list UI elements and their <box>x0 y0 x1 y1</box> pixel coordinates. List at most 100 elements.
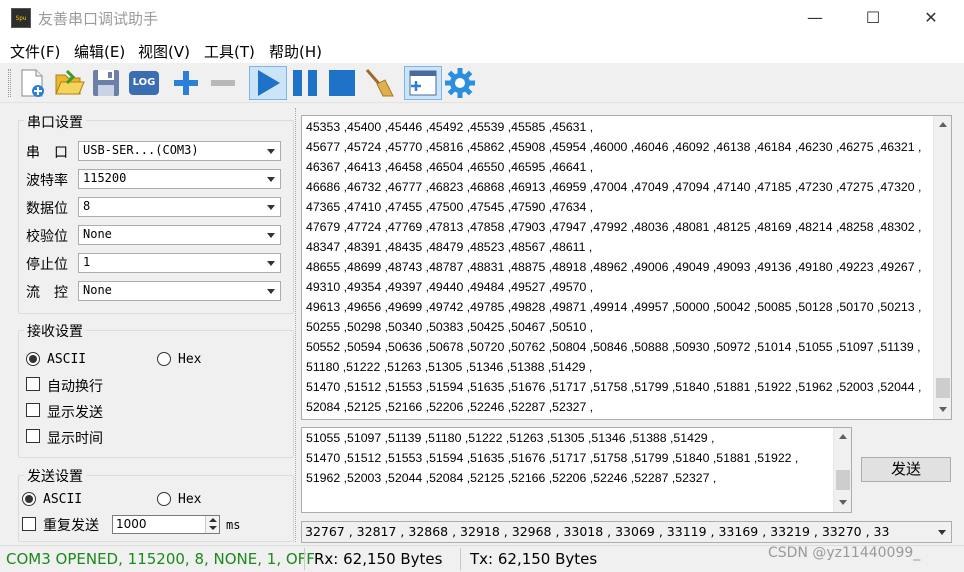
send-ascii-radio[interactable] <box>22 492 36 506</box>
window-plus-icon[interactable] <box>407 67 439 99</box>
status-divider <box>460 548 461 570</box>
send-button[interactable]: 发送 <box>861 457 951 482</box>
receive-ascii-radio[interactable] <box>26 352 40 366</box>
remove-icon[interactable] <box>207 67 239 99</box>
history-select[interactable]: 32767 , 32817 , 32868 , 32918 , 32968 , … <box>301 521 952 543</box>
receive-line: 52084 ,52125 ,52166 ,52206 ,52246 ,52287… <box>306 400 594 414</box>
receive-textarea[interactable]: 45353 ,45400 ,45446 ,45492 ,45539 ,45585… <box>301 115 952 420</box>
menu-view[interactable]: 视图(V) <box>138 41 190 62</box>
add-icon[interactable] <box>170 67 202 99</box>
splitter[interactable] <box>295 108 297 542</box>
receive-settings-title: 接收设置 <box>24 321 86 341</box>
gear-icon[interactable] <box>444 67 476 99</box>
show-time-checkbox[interactable] <box>26 429 40 443</box>
auto-wrap-checkbox[interactable] <box>26 377 40 391</box>
baud-select[interactable]: 115200 <box>78 169 281 189</box>
port-value: USB-SER...(COM3) <box>83 143 199 157</box>
stopbits-value: 1 <box>83 255 91 269</box>
chevron-down-icon <box>267 205 275 210</box>
menu-tools[interactable]: 工具(T) <box>204 41 255 62</box>
send-hex-radio[interactable] <box>157 492 171 506</box>
broom-icon[interactable] <box>363 67 395 99</box>
serial-settings-title: 串口设置 <box>24 112 86 132</box>
receive-ascii-label: ASCII <box>47 352 87 367</box>
repeat-interval-input[interactable]: 1000 <box>112 515 220 534</box>
receive-line: 48347 ,48391 ,48435 ,48479 ,48523 ,48567… <box>306 240 593 254</box>
stopbits-select[interactable]: 1 <box>78 253 281 273</box>
window-title: 友善串口调试助手 <box>38 10 159 28</box>
send-scroll-thumb[interactable] <box>836 470 850 490</box>
parity-label: 校验位 <box>26 229 68 245</box>
scroll-up-icon[interactable] <box>939 122 947 127</box>
send-scrollbar[interactable] <box>833 428 851 512</box>
spin-up-icon[interactable] <box>209 518 217 522</box>
maximize-button[interactable]: ☐ <box>844 0 902 36</box>
flow-label: 流 控 <box>26 285 68 301</box>
receive-line: 51180 ,51222 ,51263 ,51305 ,51346 ,51388… <box>306 360 593 374</box>
interval-spinner[interactable] <box>205 516 219 533</box>
port-select[interactable]: USB-SER...(COM3) <box>78 141 281 161</box>
play-icon[interactable] <box>252 67 284 99</box>
close-button[interactable]: ✕ <box>902 0 960 36</box>
flow-value: None <box>83 283 112 297</box>
receive-line: 49310 ,49354 ,49397 ,49440 ,49484 ,49527… <box>306 280 594 294</box>
save-icon[interactable] <box>90 67 122 99</box>
chevron-down-icon <box>267 177 275 182</box>
send-line: 51962 ,52003 ,52044 ,52084 ,52125 ,52166… <box>306 471 717 485</box>
show-send-checkbox[interactable] <box>26 403 40 417</box>
databits-label: 数据位 <box>26 201 68 217</box>
receive-scroll-thumb[interactable] <box>936 378 950 398</box>
minimize-button[interactable]: — <box>786 0 844 36</box>
send-line: 51470 ,51512 ,51553 ,51594 ,51635 ,51676… <box>306 451 799 465</box>
receive-line: 49613 ,49656 ,49699 ,49742 ,49785 ,49828… <box>306 300 922 314</box>
menu-edit[interactable]: 编辑(E) <box>74 41 125 62</box>
databits-select[interactable]: 8 <box>78 197 281 217</box>
port-label: 串 口 <box>26 145 68 161</box>
send-textarea[interactable]: 51055 ,51097 ,51139 ,51180 ,51222 ,51263… <box>301 427 852 513</box>
interval-unit: ms <box>226 518 241 532</box>
baud-label: 波特率 <box>26 173 68 189</box>
receive-line: 46367 ,46413 ,46458 ,46504 ,46550 ,46595… <box>306 160 594 174</box>
chevron-down-icon <box>267 261 275 266</box>
receive-line: 47679 ,47724 ,47769 ,47813 ,47858 ,47903… <box>306 220 922 234</box>
send-ascii-label: ASCII <box>43 492 83 507</box>
chevron-down-icon <box>267 233 275 238</box>
baud-value: 115200 <box>83 171 127 185</box>
stopbits-label: 停止位 <box>26 257 68 273</box>
receive-scrollbar[interactable] <box>933 116 951 419</box>
receive-line: 45677 ,45724 ,45770 ,45816 ,45862 ,45908… <box>306 140 922 154</box>
watermark: CSDN @yz11440099_ <box>768 545 921 561</box>
scroll-down-icon[interactable] <box>939 407 947 412</box>
show-send-label: 显示发送 <box>47 405 103 421</box>
send-hex-label: Hex <box>178 492 202 507</box>
menu-help[interactable]: 帮助(H) <box>269 41 322 62</box>
port-status: COM3 OPENED, 115200, 8, NONE, 1, OFF <box>6 550 315 568</box>
chevron-down-icon <box>267 149 275 154</box>
parity-select[interactable]: None <box>78 225 281 245</box>
rx-count: Rx: 62,150 Bytes <box>314 550 443 568</box>
receive-line: 47365 ,47410 ,47455 ,47500 ,47545 ,47590… <box>306 200 594 214</box>
receive-line: 46686 ,46732 ,46777 ,46823 ,46868 ,46913… <box>306 180 922 194</box>
receive-line: 48655 ,48699 ,48743 ,48787 ,48831 ,48875… <box>306 260 922 274</box>
tx-count: Tx: 62,150 Bytes <box>470 550 598 568</box>
repeat-send-label: 重复发送 <box>43 518 99 534</box>
scroll-up-icon[interactable] <box>839 434 847 439</box>
receive-hex-radio[interactable] <box>157 352 171 366</box>
new-file-icon[interactable] <box>16 67 48 99</box>
spin-down-icon[interactable] <box>209 526 217 530</box>
menu-file[interactable]: 文件(F) <box>10 41 60 62</box>
parity-value: None <box>83 227 112 241</box>
receive-line: 50255 ,50298 ,50340 ,50383 ,50425 ,50467… <box>306 320 594 334</box>
open-folder-icon[interactable] <box>53 67 85 99</box>
status-divider <box>304 548 305 570</box>
repeat-send-checkbox[interactable] <box>22 517 36 531</box>
toolbar-grip <box>8 69 11 97</box>
log-icon[interactable]: LOG <box>128 67 160 99</box>
databits-value: 8 <box>83 199 91 213</box>
flow-select[interactable]: None <box>78 281 281 301</box>
auto-wrap-label: 自动换行 <box>47 379 103 395</box>
scroll-down-icon[interactable] <box>839 500 847 505</box>
stop-icon[interactable] <box>326 67 358 99</box>
pause-icon[interactable] <box>289 67 321 99</box>
show-time-label: 显示时间 <box>47 431 103 447</box>
